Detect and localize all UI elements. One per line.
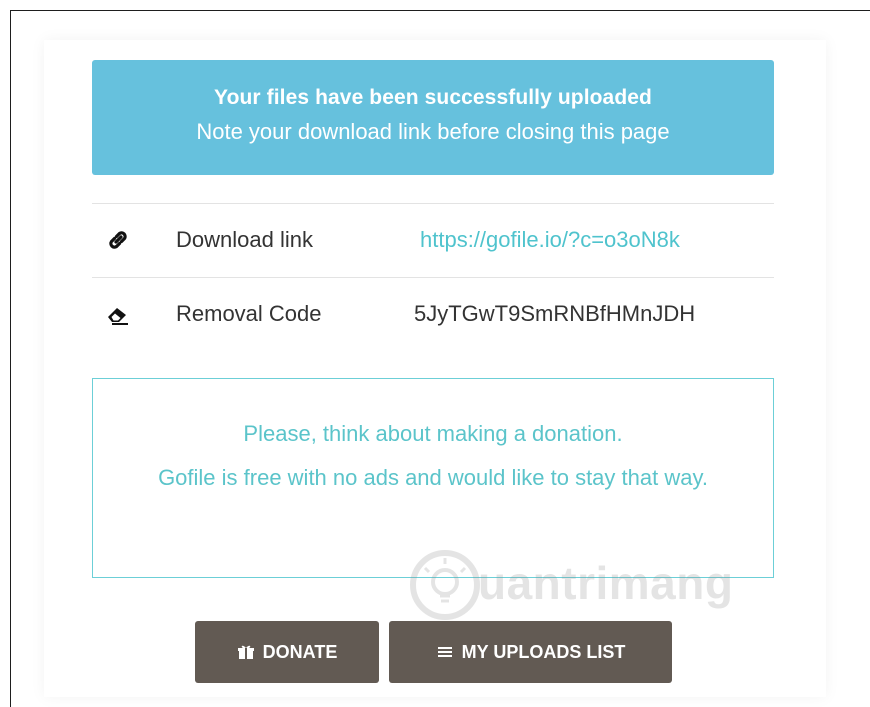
donation-line-1: Please, think about making a donation. — [243, 421, 623, 446]
my-uploads-list-button[interactable]: MY UPLOADS LIST — [389, 621, 672, 683]
removal-code-value: 5JyTGwT9SmRNBfHMnJDH — [414, 301, 696, 326]
list-icon — [436, 643, 454, 661]
eraser-icon — [104, 300, 132, 328]
download-link-row: Download link https://gofile.io/?c=o3oN8… — [92, 203, 774, 277]
success-alert: Your files have been successfully upload… — [92, 60, 774, 175]
donate-button[interactable]: DONATE — [195, 621, 379, 683]
gift-icon — [237, 643, 255, 661]
download-link-label: Download link — [176, 227, 313, 252]
upload-info-table: Download link https://gofile.io/?c=o3oN8… — [92, 203, 774, 351]
removal-code-row: Removal Code 5JyTGwT9SmRNBfHMnJDH — [92, 277, 774, 351]
my-uploads-list-label: MY UPLOADS LIST — [461, 641, 626, 662]
removal-code-label: Removal Code — [176, 301, 322, 326]
donate-button-label: DONATE — [262, 641, 338, 662]
donation-line-2: Gofile is free with no ads and would lik… — [158, 465, 708, 490]
link-icon — [104, 226, 132, 254]
alert-title: Your files have been successfully upload… — [214, 86, 652, 109]
download-link-url[interactable]: https://gofile.io/?c=o3oN8k — [420, 226, 680, 254]
donation-notice: Please, think about making a donation. G… — [92, 378, 774, 578]
alert-subtitle: Note your download link before closing t… — [196, 119, 670, 144]
